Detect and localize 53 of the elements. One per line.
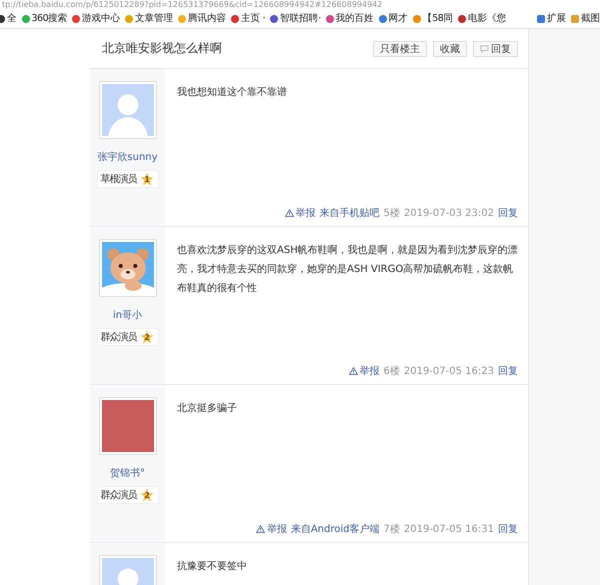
- speech-bubble-icon: [480, 44, 489, 52]
- level-star-badge: 1: [140, 172, 154, 186]
- floor-number: 6楼: [384, 364, 400, 378]
- reply-link[interactable]: 回复: [498, 364, 518, 378]
- report-link[interactable]: 举报: [284, 206, 316, 220]
- post-content: 我也想知道这个靠不靠谱: [177, 86, 288, 100]
- bookmark-link[interactable]: 文章管理: [125, 12, 174, 25]
- level-star-badge: 2: [140, 330, 154, 344]
- bookmark-link[interactable]: 游戏中心: [72, 12, 120, 25]
- toolbar-link[interactable]: 扩展: [537, 12, 566, 25]
- rank-title: 群众演员: [100, 330, 136, 344]
- warning-icon: [284, 209, 294, 217]
- thread-title: 北京唯安影视怎么样啊: [102, 40, 222, 57]
- reply-link[interactable]: 回复: [498, 522, 518, 536]
- bookmark-link[interactable]: 电影《您: [458, 12, 506, 25]
- thread-button[interactable]: 收藏: [433, 40, 467, 56]
- post-time: 2019-07-05 16:23: [404, 366, 494, 376]
- post-source: 来自手机贴吧: [320, 206, 380, 220]
- post-content: 抗豫要不要签中: [177, 560, 248, 574]
- warning-icon: [256, 525, 265, 533]
- post-time: 2019-07-03 23:02: [404, 208, 494, 218]
- thread-button[interactable]: 只看楼主: [373, 40, 427, 56]
- post-source: 来自Android客户端: [290, 522, 380, 536]
- reply-link[interactable]: 回复: [498, 206, 518, 220]
- bookmark-link[interactable]: 网才: [378, 12, 408, 25]
- username-link[interactable]: in哥小: [112, 308, 142, 322]
- bookmark-link[interactable]: 360搜索: [22, 12, 68, 25]
- photo-placeholder: [102, 400, 154, 452]
- level-star-badge: 2: [140, 488, 154, 502]
- thread-button[interactable]: 回复: [473, 40, 518, 56]
- bookmark-link[interactable]: 全: [0, 12, 16, 25]
- floor-number: 7楼: [384, 522, 400, 536]
- rank-title: 草根演员: [100, 172, 136, 186]
- report-link[interactable]: 举报: [348, 364, 380, 378]
- toolbar-link[interactable]: 截图: [571, 12, 600, 25]
- bear-avatar-drawing: [102, 242, 154, 294]
- bookmark-link[interactable]: 腾讯内容: [178, 12, 226, 25]
- bookmark-link[interactable]: 主页 ·: [231, 12, 266, 25]
- username-link[interactable]: 张宇欣sunny: [97, 150, 158, 164]
- bookmark-link[interactable]: 我的百姓: [326, 12, 374, 25]
- floor-number: 5楼: [384, 206, 400, 220]
- avatar-frame[interactable]: [98, 239, 156, 297]
- report-link[interactable]: 举报: [256, 522, 287, 536]
- username-link[interactable]: 贺锦书°: [110, 466, 145, 480]
- bookmark-link[interactable]: 【58同: [412, 12, 453, 25]
- avatar-frame[interactable]: [98, 397, 156, 455]
- post-content: 也喜欢沈梦辰穿的这双ASH帆布鞋啊，我也是啊，就是因为看到沈梦辰穿的漂亮，我才特意去买的同款穿，她穿的是ASH VIRGO高帮加硫帆布鞋，这款帆布鞋真的很有个性: [177, 244, 518, 296]
- rank-title: 群众演员: [100, 488, 136, 502]
- avatar-silhouette-icon: [102, 84, 154, 136]
- post-time: 2019-07-05 16:31: [404, 524, 494, 534]
- bookmark-link[interactable]: 智联招聘·: [270, 12, 321, 25]
- post-content: 北京挺多骗子: [177, 402, 238, 416]
- warning-icon: [348, 367, 358, 375]
